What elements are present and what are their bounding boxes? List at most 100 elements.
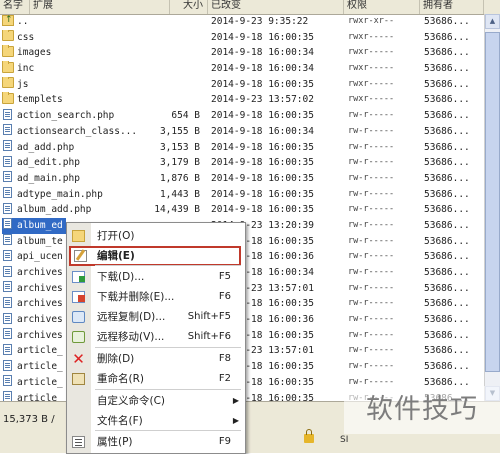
menu-item-remote-move[interactable]: 远程移动(V)... Shift+F6 (67, 327, 245, 347)
file-permissions: rw-r----- (348, 235, 395, 246)
file-row[interactable]: inc 2014-9-18 16:00:34 rwxr----- 53686... (0, 61, 484, 77)
file-icon (3, 108, 12, 120)
file-row[interactable]: adtype_main.php 1,443 B 2014-9-18 16:00:35… (0, 187, 484, 203)
file-permissions: rwxr-xr-- (348, 16, 395, 26)
lock-icon (304, 429, 314, 443)
folder-icon (2, 61, 14, 73)
file-size (140, 61, 200, 77)
file-icon (3, 202, 12, 214)
file-date: 2014-9-23 9:35:22 (211, 16, 309, 27)
file-date: 2014-9-18 16:00:35 (211, 172, 314, 184)
file-icon (3, 265, 12, 277)
menu-item-open[interactable]: 打开(O) (67, 226, 245, 246)
file-row[interactable]: images 2014-9-18 16:00:34 rwxr----- 53686..… (0, 45, 484, 61)
file-row[interactable]: ad_add.php 3,153 B 2014-9-18 16:00:35 rw-r-… (0, 140, 484, 156)
file-row[interactable]: js 2014-9-18 16:00:35 rwxr----- 53686... (0, 76, 484, 93)
menu-separator (95, 430, 241, 431)
column-header-date[interactable]: 已改变 (208, 0, 344, 14)
file-name: images (17, 47, 52, 59)
scroll-up-icon[interactable]: ▲ (485, 14, 500, 29)
column-header-name[interactable]: 名字 (0, 0, 30, 14)
file-icon (3, 343, 12, 355)
file-name: adtype_main.php (17, 188, 103, 200)
file-name: api_ucen (17, 251, 63, 263)
file-owner: 53686... (424, 298, 470, 310)
file-icon (3, 281, 12, 293)
file-date: 2014-9-18 16:00:35 (211, 141, 314, 153)
file-icon (3, 155, 12, 167)
menu-item-download[interactable]: 下载(D)... F5 (67, 267, 245, 287)
file-icon (3, 171, 12, 183)
file-date: 2014-9-18 16:00:34 (211, 125, 314, 137)
menu-item-rename[interactable]: 重命名(R) F2 (67, 369, 245, 389)
file-name: action_search.php (17, 110, 115, 122)
file-name: archives (17, 329, 63, 341)
column-header-owner[interactable]: 拥有者 (420, 0, 484, 14)
watermark: 软件技巧 (344, 386, 500, 434)
menu-item-filename[interactable]: 文件名(F) ▶ (67, 411, 245, 431)
vertical-scrollbar[interactable]: ▲ ▼ (484, 14, 500, 401)
file-size (140, 30, 200, 46)
file-date: 2014-9-18 16:00:35 (211, 188, 314, 200)
scrollbar-thumb[interactable] (485, 32, 500, 372)
menu-separator (95, 265, 241, 266)
file-name: inc (17, 63, 35, 75)
file-owner: 53686... (424, 329, 470, 341)
file-icon (3, 124, 12, 136)
file-name: archives (17, 314, 63, 326)
file-owner: 53686... (424, 267, 470, 278)
file-name: album_add.php (17, 204, 92, 216)
column-header-ext[interactable]: 扩展 (30, 0, 170, 14)
file-owner: 53686... (424, 204, 470, 216)
file-row[interactable]: .. 2014-9-23 9:35:22 rwxr-xr-- 53686... (0, 14, 484, 30)
menu-item-download-delete[interactable]: 下载并删除(E)... F6 (67, 287, 245, 307)
properties-icon (72, 436, 85, 448)
rename-icon (72, 373, 85, 385)
menu-item-delete[interactable]: ✕ 删除(D) F8 (67, 349, 245, 369)
file-permissions: rw-r----- (348, 157, 395, 168)
file-size: 1,443 B (159, 188, 200, 200)
file-row[interactable]: templets 2014-9-23 13:57:02 rwxr----- 53686… (0, 92, 484, 108)
file-owner: 53686... (424, 47, 470, 59)
file-owner: 53686... (424, 125, 470, 137)
file-row[interactable]: action_search.php 654 B 2014-9-18 16:00:35… (0, 108, 484, 124)
file-row[interactable]: ad_edit.php 3,179 B 2014-9-18 16:00:35 rw-r… (0, 155, 484, 171)
file-date: 2014-9-18 16:00:35 (211, 157, 314, 169)
remote-copy-icon (72, 311, 85, 323)
file-row[interactable]: album_add.php 14,439 B 2014-9-18 16:00:35 r… (0, 202, 484, 218)
column-header-size[interactable]: 大小 (170, 0, 208, 14)
menu-item-custom-commands[interactable]: 自定义命令(C) ▶ (67, 391, 245, 411)
file-permissions: rw-r----- (348, 125, 395, 136)
file-name: .. (17, 16, 29, 27)
parent-folder-icon (2, 14, 14, 28)
file-row[interactable]: ad_main.php 1,876 B 2014-9-18 16:00:35 rw-r… (0, 171, 484, 187)
status-text: 15,373 B / (3, 414, 55, 425)
menu-item-edit[interactable]: 编辑(E) (69, 246, 241, 266)
file-icon (3, 296, 12, 308)
menu-item-shortcut: F9 (218, 436, 231, 447)
file-date: 2014-9-18 16:00:35 (211, 110, 314, 122)
file-permissions: rw-r----- (348, 267, 395, 277)
file-owner: 53686... (424, 94, 470, 106)
file-permissions: rwxr----- (348, 47, 395, 58)
file-permissions: rw-r----- (348, 110, 395, 121)
file-size: 654 B (171, 110, 200, 122)
menu-item-label: 自定义命令(C) (97, 395, 166, 407)
file-row[interactable]: css 2014-9-18 16:00:35 rwxr----- 53686... (0, 29, 484, 46)
menu-item-label: 下载并删除(E)... (97, 291, 175, 303)
menu-item-shortcut: F5 (218, 271, 231, 282)
file-size (140, 14, 200, 30)
file-icon (3, 328, 12, 340)
menu-item-properties[interactable]: 属性(P) F9 (67, 432, 245, 452)
column-header-perm[interactable]: 权限 (344, 0, 420, 14)
file-permissions: rwxr----- (348, 31, 395, 42)
file-owner: 53686... (424, 16, 470, 27)
menu-item-remote-copy[interactable]: 远程复制(D)... Shift+F5 (67, 307, 245, 327)
file-name: album_te (17, 235, 63, 247)
file-icon (3, 359, 12, 371)
file-name: actionsearch_class... (17, 125, 138, 137)
menu-item-label: 删除(D) (97, 353, 135, 365)
file-row[interactable]: actionsearch_class... 3,155 B 2014-9-18 16… (0, 124, 484, 140)
file-owner: 53686... (424, 141, 470, 153)
file-permissions: rw-r----- (348, 172, 395, 183)
